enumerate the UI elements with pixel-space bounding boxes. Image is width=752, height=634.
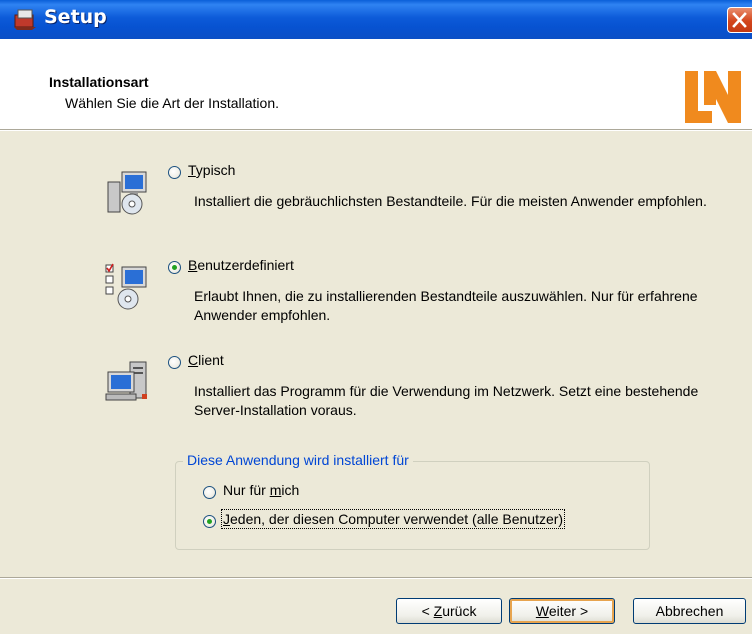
typical-label[interactable]: Typisch bbox=[188, 162, 235, 178]
typical-setup-icon bbox=[107, 171, 147, 215]
close-icon bbox=[732, 12, 747, 28]
only-me-radio[interactable] bbox=[203, 486, 216, 499]
typical-description: Installiert die gebräuchlichsten Bestand… bbox=[194, 193, 707, 209]
custom-label[interactable]: Benutzerdefiniert bbox=[188, 257, 294, 273]
page-subtitle: Wählen Sie die Art der Installation. bbox=[65, 95, 280, 111]
footer-separator bbox=[0, 577, 752, 579]
all-users-radio[interactable] bbox=[203, 515, 216, 528]
only-me-label[interactable]: Nur für mich bbox=[223, 482, 299, 498]
client-radio[interactable] bbox=[168, 356, 181, 369]
title-bar[interactable]: Setup bbox=[0, 0, 752, 39]
client-label[interactable]: Client bbox=[188, 352, 224, 368]
setup-app-icon bbox=[14, 9, 36, 30]
all-users-label[interactable]: Jeden, der diesen Computer verwendet (al… bbox=[220, 509, 566, 529]
custom-setup-icon bbox=[105, 263, 147, 310]
install-for-group-title: Diese Anwendung wird installiert für bbox=[183, 452, 413, 468]
back-button[interactable]: < Zurück bbox=[396, 598, 502, 624]
setup-window: Setup Installationsart Wählen Sie die Ar… bbox=[0, 0, 752, 634]
custom-radio[interactable] bbox=[168, 261, 181, 274]
window-title: Setup bbox=[44, 6, 107, 28]
ln-logo bbox=[685, 71, 741, 123]
header-separator bbox=[0, 129, 752, 131]
install-for-groupbox bbox=[175, 461, 650, 550]
typical-radio[interactable] bbox=[168, 166, 181, 179]
custom-description: Erlaubt Ihnen, die zu installierenden Be… bbox=[194, 288, 698, 323]
page-title: Installationsart bbox=[49, 74, 149, 90]
close-button[interactable] bbox=[727, 7, 752, 33]
cancel-button[interactable]: Abbrechen bbox=[633, 598, 746, 624]
client-description: Installiert das Programm für die Verwend… bbox=[194, 383, 699, 418]
next-button[interactable]: Weiter > bbox=[509, 598, 615, 624]
client-computer-icon bbox=[105, 361, 147, 401]
